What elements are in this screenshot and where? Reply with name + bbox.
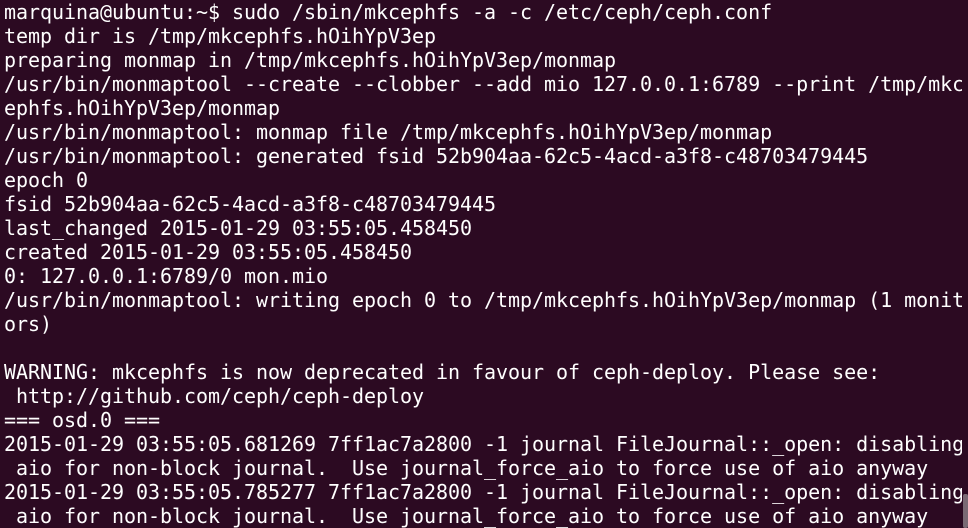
terminal-line: fsid 52b904aa-62c5-4acd-a3f8-c4870347944… <box>4 192 497 216</box>
terminal-line: epoch 0 <box>4 168 89 192</box>
terminal-line: preparing monmap in /tmp/mkcephfs.hOihYp… <box>4 48 617 72</box>
terminal-line: ors) <box>4 312 53 336</box>
terminal-line-url: http://github.com/ceph/ceph-deploy <box>4 384 425 408</box>
terminal-window[interactable]: marquina@ubuntu:~$ sudo /sbin/mkcephfs -… <box>0 0 968 528</box>
terminal-line: /usr/bin/monmaptool: writing epoch 0 to … <box>4 288 965 312</box>
terminal-line: created 2015-01-29 03:55:05.458450 <box>4 240 413 264</box>
terminal-line-prompt: marquina@ubuntu:~$ sudo /sbin/mkcephfs -… <box>4 0 773 24</box>
terminal-line: /usr/bin/monmaptool --create --clobber -… <box>4 72 965 96</box>
terminal-line: === osd.0 === <box>4 408 161 432</box>
terminal-line: ephfs.hOihYpV3ep/monmap <box>4 96 281 120</box>
terminal-line: /usr/bin/monmaptool: generated fsid 52b9… <box>4 144 869 168</box>
terminal-output[interactable]: marquina@ubuntu:~$ sudo /sbin/mkcephfs -… <box>4 0 964 528</box>
terminal-scrollbar[interactable] <box>962 0 968 528</box>
scrollbar-thumb[interactable] <box>963 494 968 528</box>
terminal-line: /usr/bin/monmaptool: monmap file /tmp/mk… <box>4 120 773 144</box>
terminal-line: 0: 127.0.0.1:6789/0 mon.mio <box>4 264 329 288</box>
terminal-line: aio for non-block journal. Use journal_f… <box>4 456 929 480</box>
terminal-line: 2015-01-29 03:55:05.681269 7ff1ac7a2800 … <box>4 432 965 456</box>
terminal-line: 2015-01-29 03:55:05.785277 7ff1ac7a2800 … <box>4 480 965 504</box>
terminal-line-warning: WARNING: mkcephfs is now deprecated in f… <box>4 360 881 384</box>
terminal-line: aio for non-block journal. Use journal_f… <box>4 504 929 528</box>
terminal-line: last_changed 2015-01-29 03:55:05.458450 <box>4 216 473 240</box>
terminal-line: temp dir is /tmp/mkcephfs.hOihYpV3ep <box>4 24 437 48</box>
